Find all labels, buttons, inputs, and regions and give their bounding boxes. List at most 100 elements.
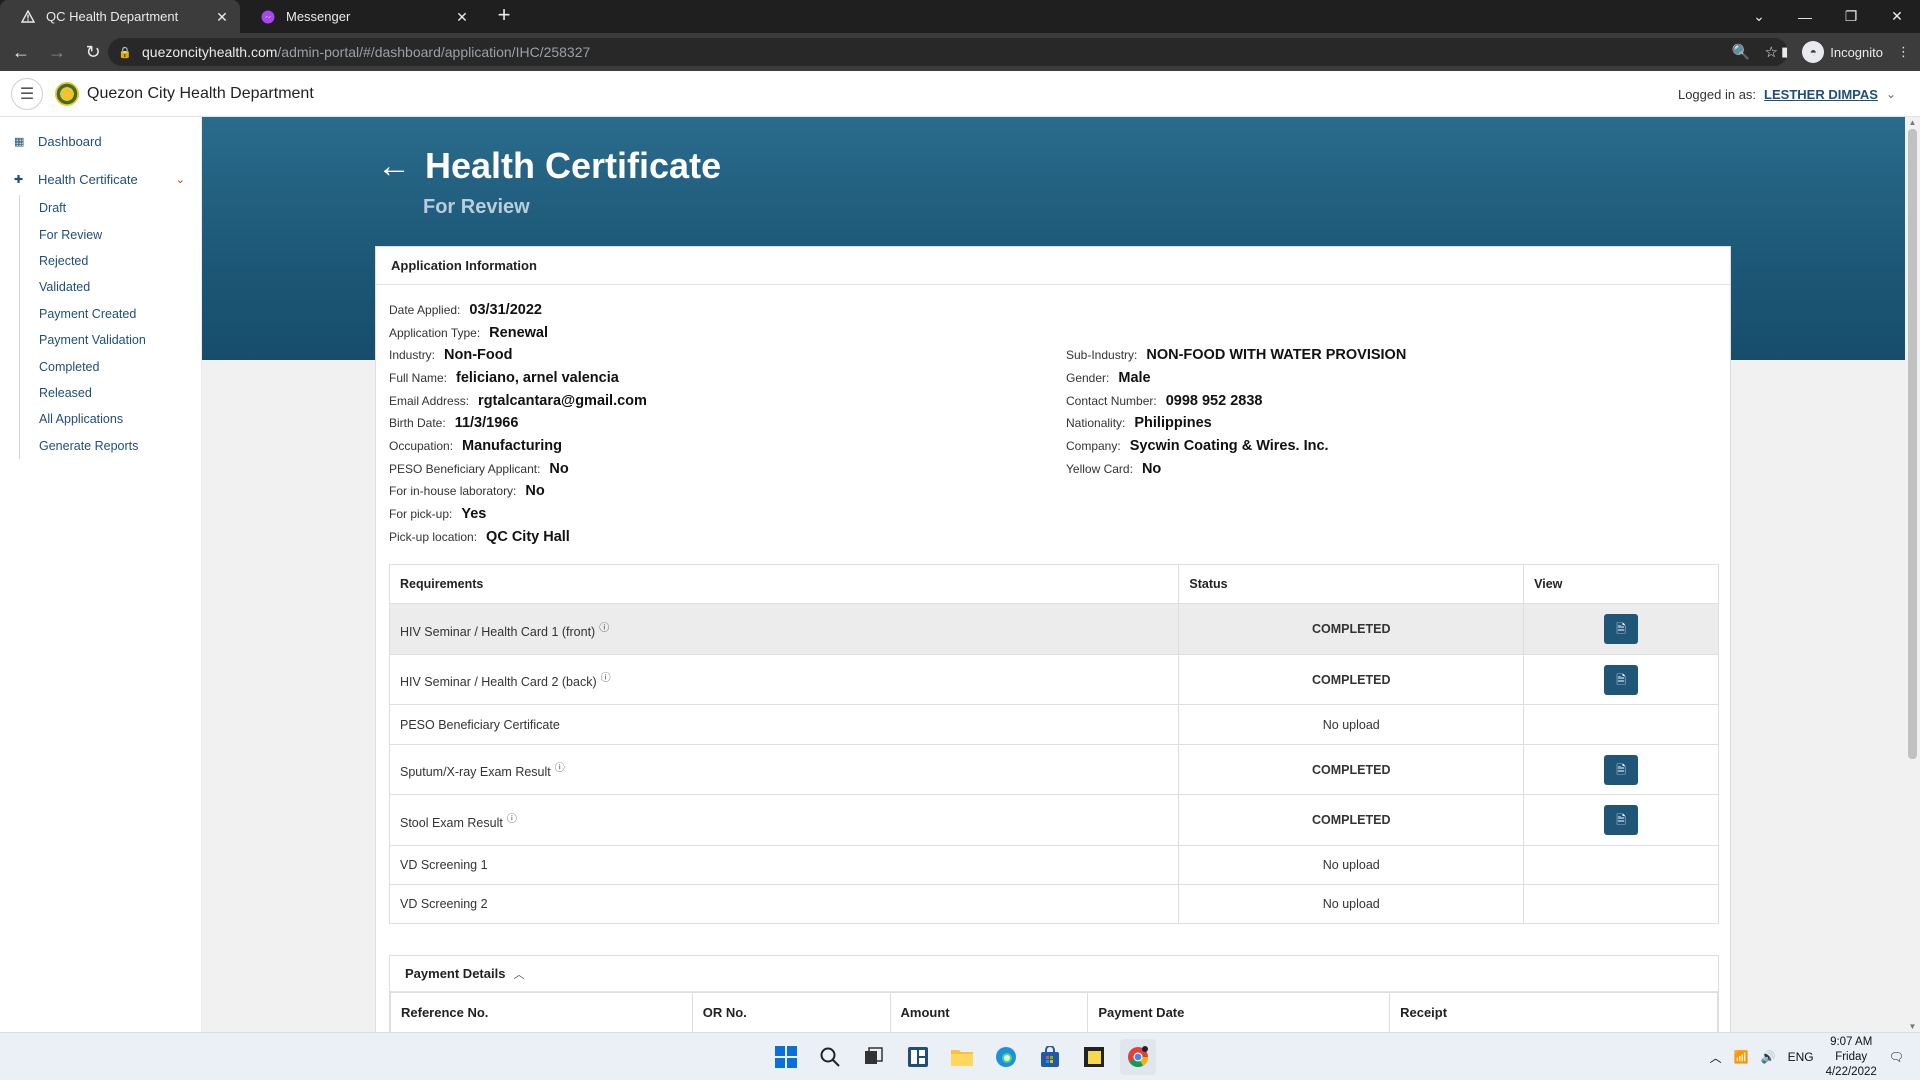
view-cell: 🗎: [1523, 654, 1719, 705]
edge-browser-icon[interactable]: [988, 1039, 1024, 1075]
page-title: Health Certificate: [425, 145, 722, 186]
incognito-indicator[interactable]: ◓ Incognito: [1802, 41, 1883, 63]
search-icon[interactable]: [812, 1039, 848, 1075]
browser-tab-qc-health[interactable]: QC Health Department ✕: [0, 0, 240, 33]
view-document-button[interactable]: 🗎: [1604, 805, 1639, 835]
notification-icon[interactable]: 🗨: [1889, 1050, 1904, 1064]
page-scrollbar[interactable]: ▲ ▼: [1905, 117, 1920, 1032]
browser-tab-messenger[interactable]: Messenger ✕: [240, 0, 480, 33]
new-tab-button[interactable]: +: [490, 2, 518, 30]
microsoft-store-icon[interactable]: [1032, 1039, 1068, 1075]
info-circle-icon[interactable]: ⓘ: [599, 623, 609, 634]
sidebar-item-completed[interactable]: Completed: [39, 353, 201, 379]
payment-details-toggle[interactable]: Payment Details ︿: [390, 956, 1718, 992]
info-label: Gender:: [1066, 371, 1110, 385]
column-header: Receipt: [1389, 992, 1718, 1032]
wifi-icon[interactable]: 📶: [1734, 1050, 1749, 1064]
scroll-down-arrow-icon[interactable]: ▼: [1908, 1022, 1917, 1031]
zoom-icon[interactable]: 🔍: [1732, 43, 1751, 61]
view-cell: [1523, 884, 1719, 924]
info-value: rgtalcantara@gmail.com: [478, 393, 647, 409]
menu-kebab-icon[interactable]: ⋮: [1897, 44, 1910, 60]
requirement-name: PESO Beneficiary Certificate: [400, 717, 560, 732]
info-circle-icon[interactable]: ⓘ: [555, 763, 565, 774]
sidebar-item-payment-created[interactable]: Payment Created: [39, 301, 201, 327]
view-document-button[interactable]: 🗎: [1604, 664, 1639, 695]
column-header: OR No.: [691, 992, 891, 1032]
chrome-icon[interactable]: [1120, 1039, 1156, 1075]
scroll-up-arrow-icon[interactable]: ▲: [1908, 118, 1917, 127]
payment-details-panel: Payment Details ︿ Reference No. OR No. A…: [389, 955, 1719, 1032]
info-inhouse-lab: For in-house laboratory: No: [389, 483, 545, 499]
requirement-name-cell: HIV Seminar / Health Card 2 (back) ⓘ: [388, 654, 1180, 705]
sidebar-item-validated[interactable]: Validated: [39, 274, 201, 300]
info-date-applied: Date Applied: 03/31/2022: [389, 302, 542, 318]
tab-search-icon[interactable]: ⌄: [1736, 8, 1782, 25]
sidebar-item-for-review[interactable]: For Review: [39, 221, 201, 247]
requirement-name-cell: PESO Beneficiary Certificate: [388, 704, 1180, 745]
widgets-icon[interactable]: [900, 1039, 936, 1075]
requirement-name: HIV Seminar / Health Card 1 (front): [400, 625, 596, 640]
status-badge: No upload: [1178, 884, 1525, 924]
back-button[interactable]: ←: [6, 37, 36, 67]
file-explorer-icon[interactable]: [944, 1039, 980, 1075]
chevron-up-icon[interactable]: ︿: [1710, 1049, 1722, 1066]
sidebar-item-payment-validation[interactable]: Payment Validation: [39, 327, 201, 353]
task-view-icon[interactable]: [856, 1039, 892, 1075]
info-value: QC City Hall: [486, 529, 570, 545]
minimize-button[interactable]: —: [1782, 9, 1828, 25]
info-circle-icon[interactable]: ⓘ: [507, 814, 517, 825]
side-panel-icon[interactable]: ▮: [1781, 44, 1788, 60]
close-window-button[interactable]: ✕: [1874, 8, 1920, 25]
clock-date: 4/22/2022: [1825, 1065, 1877, 1078]
view-document-button[interactable]: 🗎: [1604, 754, 1639, 785]
info-label: PESO Beneficiary Applicant:: [389, 462, 541, 476]
sidebar-item-health-certificate[interactable]: ✚ Health Certificate ⌄: [0, 166, 201, 192]
logged-in-area: Logged in as: LESTHER DIMPAS ⌄: [1678, 71, 1896, 117]
windows-start-icon[interactable]: [768, 1039, 804, 1075]
clock[interactable]: 9:07 AM Friday 4/22/2022: [1826, 1035, 1877, 1080]
document-icon: 🗎: [1616, 622, 1626, 636]
column-header: Requirements: [388, 564, 1180, 604]
reload-button[interactable]: ↻: [78, 37, 108, 67]
language-indicator[interactable]: ENG: [1788, 1050, 1814, 1064]
payment-details-title: Payment Details: [405, 966, 506, 981]
address-bar-row: ← → ↻ 🔒 quezoncityhealth.com/admin-porta…: [0, 33, 1920, 71]
sidebar-item-draft[interactable]: Draft: [39, 195, 201, 221]
info-value: Renewal: [489, 325, 549, 341]
back-arrow-icon[interactable]: ←: [377, 148, 411, 184]
sidebar-item-generate-reports[interactable]: Generate Reports: [39, 433, 201, 459]
sidebar-item-released[interactable]: Released: [39, 380, 201, 406]
forward-button[interactable]: →: [42, 37, 72, 67]
table-row: VD Screening 2 No upload: [388, 884, 1719, 924]
close-icon[interactable]: ✕: [214, 9, 230, 25]
url-host: quezoncityhealth.com: [142, 44, 278, 60]
sidebar-item-rejected[interactable]: Rejected: [39, 248, 201, 274]
view-cell: 🗎: [1523, 744, 1719, 795]
scrollbar-thumb[interactable]: [1908, 129, 1917, 759]
info-company: Company: Sycwin Coating & Wires. Inc.: [1066, 438, 1329, 454]
hamburger-menu-button[interactable]: ☰: [11, 77, 43, 110]
info-value: 11/3/1966: [454, 415, 519, 431]
view-document-button[interactable]: 🗎: [1604, 614, 1639, 644]
sidebar-item-all-applications[interactable]: All Applications: [39, 406, 201, 432]
bookmark-star-icon[interactable]: ☆: [1765, 43, 1778, 61]
url-input[interactable]: 🔒 quezoncityhealth.com/admin-portal/#/da…: [108, 38, 1788, 66]
user-menu-link[interactable]: LESTHER DIMPAS: [1764, 87, 1878, 102]
close-icon[interactable]: ✕: [454, 9, 470, 25]
info-value: No: [525, 483, 545, 499]
app-header: ☰ Quezon City Health Department Logged i…: [0, 71, 1920, 117]
status-badge: No upload: [1178, 845, 1525, 885]
sticky-notes-icon[interactable]: [1076, 1039, 1112, 1075]
volume-icon[interactable]: 🔊: [1761, 1050, 1776, 1064]
info-full-name: Full Name: feliciano, arnel valencia: [389, 370, 619, 386]
info-label: Occupation:: [389, 439, 454, 453]
chevron-down-icon[interactable]: ⌄: [1886, 87, 1896, 101]
restore-button[interactable]: ❐: [1828, 8, 1874, 25]
info-circle-icon[interactable]: ⓘ: [601, 673, 611, 684]
document-icon: 🗎: [1616, 762, 1626, 777]
info-value: 0998 952 2838: [1165, 393, 1263, 409]
incognito-icon: ◓: [1802, 41, 1825, 63]
url-path: /admin-portal/#/dashboard/application/IH…: [277, 44, 591, 60]
sidebar-item-dashboard[interactable]: ▦ Dashboard: [0, 128, 201, 154]
